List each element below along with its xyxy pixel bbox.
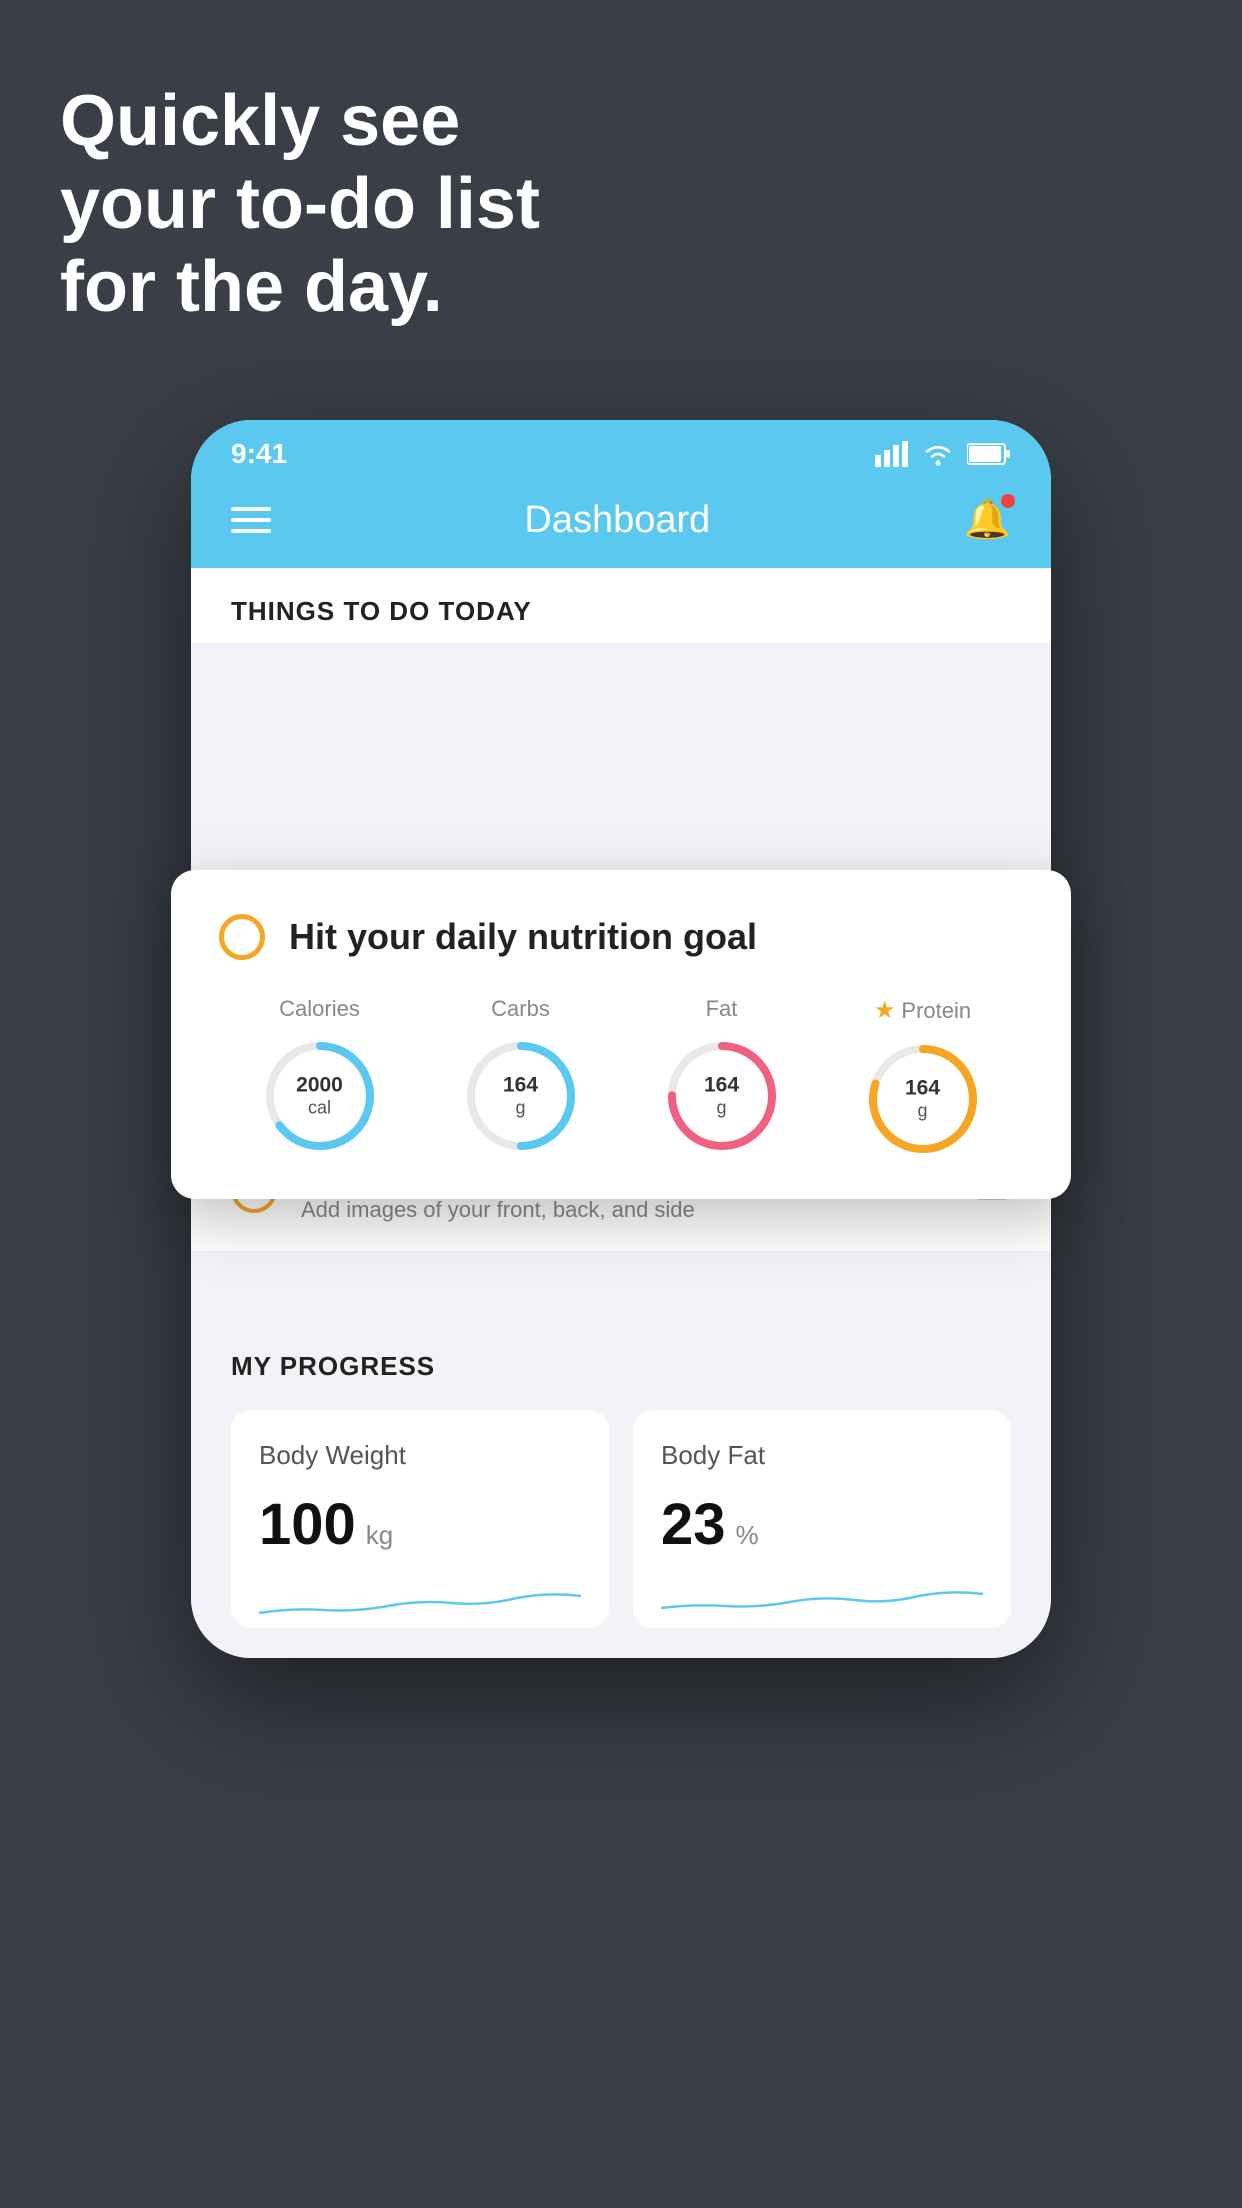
body-fat-chart [661,1578,983,1628]
protein-star: ★ [874,996,896,1025]
calories-ring: 2000 cal [260,1036,380,1156]
signal-icon [875,441,909,467]
progress-cards: Body Weight 100 kg Body Fat 23 % [231,1410,1011,1628]
nav-bar: Dashboard 🔔 [191,480,1051,568]
body-fat-number: 23 [661,1491,726,1558]
nutrition-circles: Calories 2000 cal Carbs [219,996,1023,1159]
things-to-do-header: THINGS TO DO TODAY [191,568,1051,643]
nutrition-card: Hit your daily nutrition goal Calories 2… [171,870,1071,1199]
carbs-value: 164 g [503,1073,538,1120]
body-weight-value: 100 kg [259,1491,581,1558]
nutrition-radio[interactable] [219,914,265,960]
notification-dot [1001,494,1015,508]
status-time: 9:41 [231,438,287,470]
fat-value: 164 g [704,1073,739,1120]
body-weight-title: Body Weight [259,1440,581,1471]
protein-label: ★ Protein [874,996,971,1025]
headline-line2: your to-do list [60,163,540,246]
body-fat-unit: % [736,1520,759,1551]
headline-line1: Quickly see [60,80,540,163]
headline-line3: for the day. [60,246,540,329]
fat-ring: 164 g [662,1036,782,1156]
nutrition-carbs: Carbs 164 g [461,996,581,1159]
bell-icon[interactable]: 🔔 [964,498,1011,542]
progress-header: MY PROGRESS [231,1351,1011,1382]
spacer [191,1251,1051,1311]
fat-label: Fat [706,996,738,1022]
status-icons [875,441,1011,467]
battery-icon [967,442,1011,466]
body-weight-unit: kg [366,1520,393,1551]
body-weight-chart [259,1578,581,1628]
nutrition-calories: Calories 2000 cal [260,996,380,1159]
carbs-ring: 164 g [461,1036,581,1156]
protein-value: 164 g [905,1076,940,1123]
todo-sub-photos: Add images of your front, back, and side [301,1197,973,1223]
carbs-label: Carbs [491,996,550,1022]
card-title-row: Hit your daily nutrition goal [219,914,1023,960]
protein-ring: 164 g [863,1039,983,1159]
nutrition-fat: Fat 164 g [662,996,782,1159]
body-weight-number: 100 [259,1491,356,1558]
calories-value: 2000 cal [296,1073,343,1120]
nav-title: Dashboard [524,499,710,542]
wifi-icon [921,441,955,467]
body-weight-card[interactable]: Body Weight 100 kg [231,1410,609,1628]
calories-label: Calories [279,996,360,1022]
body-fat-value: 23 % [661,1491,983,1558]
body-fat-card[interactable]: Body Fat 23 % [633,1410,1011,1628]
nutrition-card-title: Hit your daily nutrition goal [289,916,757,958]
nutrition-protein: ★ Protein 164 g [863,996,983,1159]
hamburger-menu[interactable] [231,507,271,533]
status-bar: 9:41 [191,420,1051,480]
body-fat-title: Body Fat [661,1440,983,1471]
headline: Quickly see your to-do list for the day. [60,80,540,328]
progress-section: MY PROGRESS Body Weight 100 kg Body Fat … [191,1311,1051,1658]
